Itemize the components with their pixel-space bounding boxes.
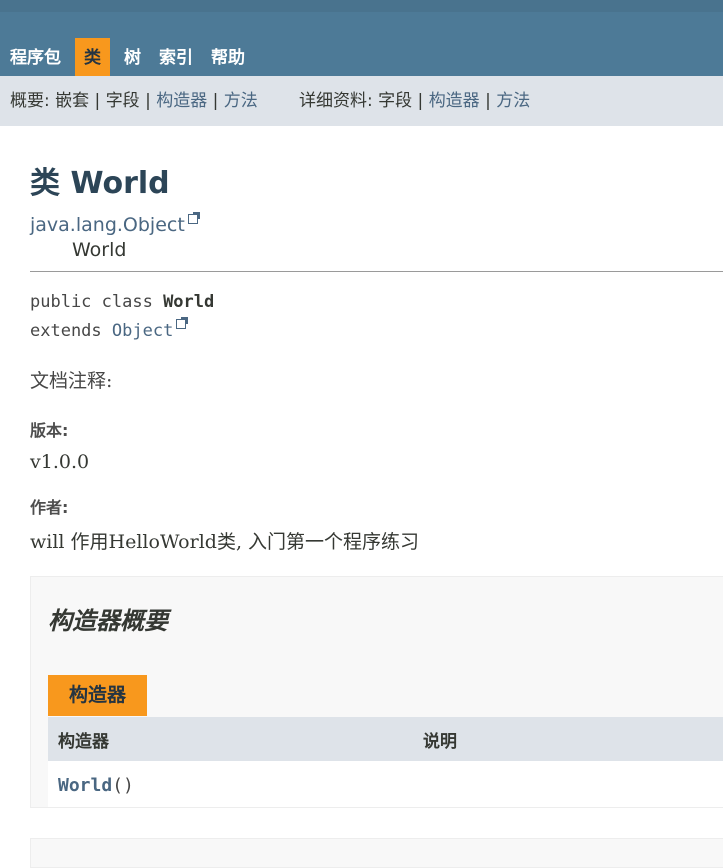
summary-constructor-link[interactable]: 构造器	[156, 91, 207, 111]
constructor-summary: 构造器概要 构造器 构造器 说明 World()	[30, 576, 723, 808]
external-link-icon	[187, 212, 200, 224]
sig-modifiers: public class	[30, 292, 164, 312]
version-value: v1.0.0	[30, 451, 90, 473]
object-link[interactable]: java.lang.Object	[30, 214, 185, 236]
summary-nested: 嵌套	[55, 91, 90, 111]
detail-label: 详细资料:	[299, 91, 373, 111]
inheritance-tree: java.lang.Object World	[30, 212, 200, 261]
constructor-link[interactable]: World	[58, 775, 112, 796]
doc-comment: 文档注释:	[30, 370, 113, 392]
main-nav: 程序包 类 树 索引 帮助	[0, 38, 254, 79]
separator: |	[94, 91, 101, 111]
external-link-icon	[176, 317, 189, 329]
author-value: will 作用HelloWorld类, 入门第一个程序练习	[30, 531, 420, 553]
top-navigation-bar: 程序包 类 树 索引 帮助	[0, 0, 723, 79]
constructor-cell: World()	[58, 775, 134, 796]
constructor-summary-heading: 构造器概要	[48, 607, 168, 635]
separator: |	[212, 91, 219, 111]
col-description: 说明	[423, 732, 457, 752]
inheritance-child: World	[72, 239, 127, 261]
next-section	[30, 838, 723, 868]
nav-tree[interactable]: 树	[115, 38, 150, 79]
summary-field: 字段	[105, 91, 140, 111]
superclass-link[interactable]: Object	[112, 321, 173, 341]
detail-links: 详细资料: 字段 | 构造器 | 方法	[299, 76, 530, 126]
divider	[30, 271, 723, 272]
detail-constructor-link[interactable]: 构造器	[429, 91, 480, 111]
sub-navigation: 概要: 嵌套 | 字段 | 构造器 | 方法 详细资料: 字段 | 构造器 | …	[0, 76, 723, 126]
col-constructor: 构造器	[58, 732, 109, 752]
sig-class-name: World	[163, 292, 215, 312]
summary-label: 概要:	[10, 91, 50, 111]
summary-links: 概要: 嵌套 | 字段 | 构造器 | 方法	[10, 76, 258, 126]
separator: |	[417, 91, 424, 111]
table-caption: 构造器	[48, 675, 147, 716]
class-signature: public class World extends Object	[30, 288, 214, 346]
version-label: 版本:	[30, 421, 69, 440]
nav-class: 类	[75, 38, 110, 79]
summary-method-link[interactable]: 方法	[224, 91, 258, 111]
table-header: 构造器 说明	[48, 717, 723, 761]
sig-extends: extends	[30, 321, 112, 341]
author-label: 作者:	[30, 498, 69, 517]
page-title: 类 World	[30, 166, 170, 201]
separator: |	[485, 91, 491, 111]
detail-field: 字段	[378, 91, 413, 111]
detail-method-link[interactable]: 方法	[496, 91, 530, 111]
nav-index[interactable]: 索引	[150, 38, 202, 79]
nav-package[interactable]: 程序包	[0, 38, 70, 79]
nav-help[interactable]: 帮助	[202, 38, 254, 79]
table-row: World()	[48, 761, 723, 807]
separator: |	[145, 91, 151, 111]
constructor-params: ()	[112, 775, 134, 796]
